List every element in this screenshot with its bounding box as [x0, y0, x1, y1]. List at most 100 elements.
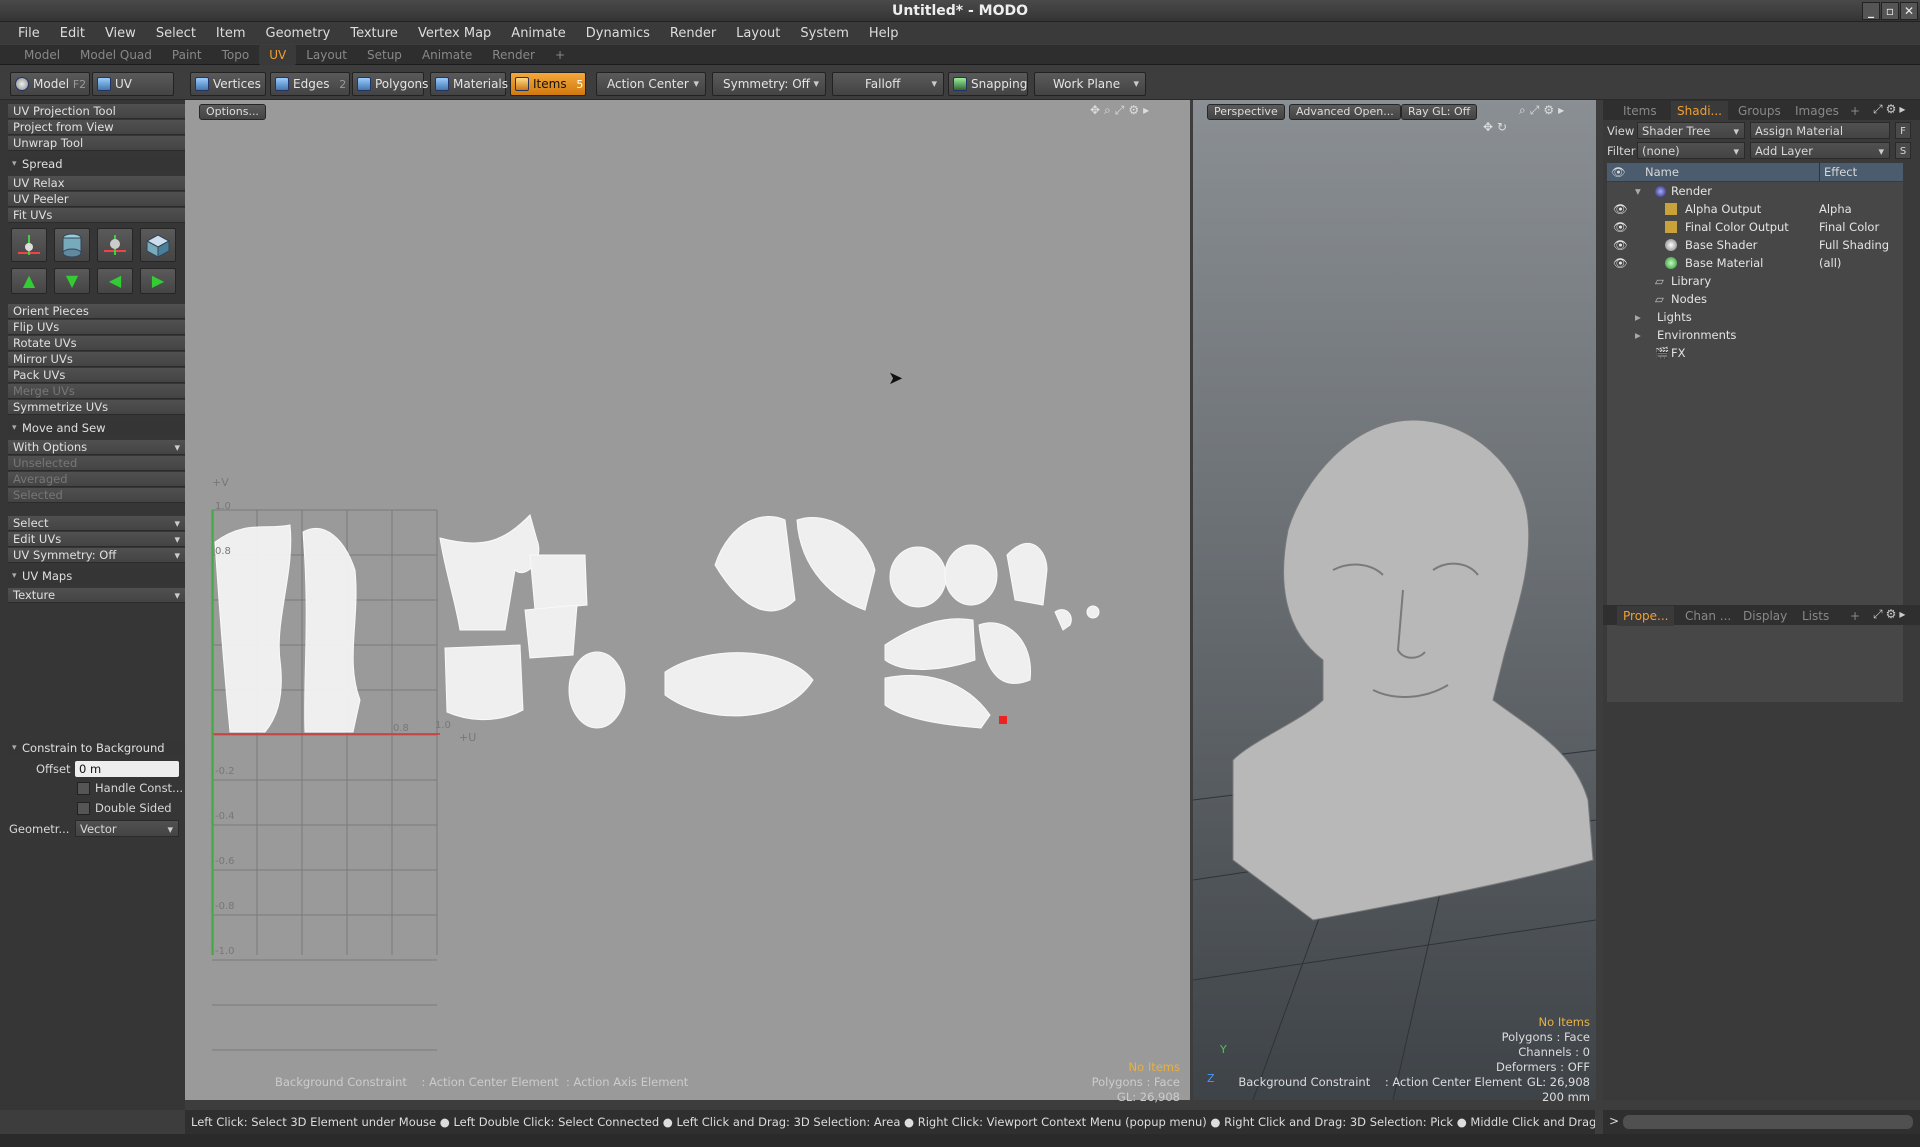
- tab-channels[interactable]: Chan ...: [1685, 606, 1731, 626]
- menu-help[interactable]: Help: [859, 26, 909, 41]
- expand-arrow-icon[interactable]: ▸: [1635, 308, 1641, 326]
- command-input[interactable]: [1623, 1115, 1913, 1129]
- menu-texture[interactable]: Texture: [340, 26, 408, 41]
- add-properties-tab-button[interactable]: +: [1850, 606, 1860, 626]
- spread-section-header[interactable]: Spread: [8, 156, 185, 173]
- s-button[interactable]: S: [1895, 142, 1911, 159]
- flip-uvs-button[interactable]: Flip UVs: [8, 320, 185, 335]
- column-name-header[interactable]: Name: [1645, 163, 1679, 181]
- menu-item[interactable]: Item: [206, 26, 256, 41]
- tab-groups[interactable]: Groups: [1738, 101, 1781, 121]
- view-dropdown[interactable]: Shader Tree: [1637, 122, 1745, 140]
- menu-select[interactable]: Select: [146, 26, 206, 41]
- uv-maps-section-header[interactable]: UV Maps: [8, 568, 185, 585]
- tree-row-fx[interactable]: 🎬 FX: [1607, 344, 1907, 362]
- symmetry-dropdown[interactable]: Symmetry: Off: [712, 72, 826, 96]
- menu-layout[interactable]: Layout: [726, 26, 790, 41]
- properties-controls-icon[interactable]: ⤢⚙▸: [1873, 607, 1908, 622]
- uv-peeler-button[interactable]: UV Peeler: [8, 192, 185, 207]
- tree-row-final-color-output[interactable]: 👁 Final Color Output Final Color: [1607, 218, 1907, 236]
- move-up-arrow-icon[interactable]: ▲: [11, 268, 47, 294]
- cylindrical-projection-icon[interactable]: [54, 228, 90, 262]
- orient-pieces-button[interactable]: Orient Pieces: [8, 304, 185, 319]
- edges-button[interactable]: Edges 2: [270, 72, 350, 96]
- menu-edit[interactable]: Edit: [50, 26, 95, 41]
- tree-row-library[interactable]: ▱ Library: [1607, 272, 1907, 290]
- constrain-to-background-header[interactable]: Constrain to Background: [8, 740, 185, 757]
- merge-uvs-button[interactable]: Merge UVs: [8, 384, 185, 399]
- tree-row-alpha-output[interactable]: 👁 Alpha Output Alpha: [1607, 200, 1907, 218]
- edit-uvs-dropdown[interactable]: Edit UVs: [8, 532, 185, 547]
- menu-geometry[interactable]: Geometry: [256, 26, 341, 41]
- with-options-dropdown[interactable]: With Options: [8, 440, 185, 455]
- maximize-button[interactable]: ▫: [1881, 2, 1899, 20]
- symmetrize-uvs-button[interactable]: Symmetrize UVs: [8, 400, 185, 415]
- handle-const-checkbox[interactable]: [77, 782, 90, 795]
- ray-gl-dropdown[interactable]: Ray GL: Off: [1401, 104, 1478, 120]
- planar-projection-icon[interactable]: [11, 228, 47, 262]
- snapping-button[interactable]: Snapping: [948, 72, 1028, 96]
- tab-lists[interactable]: Lists: [1802, 606, 1829, 626]
- menu-view[interactable]: View: [95, 26, 146, 41]
- offset-field[interactable]: 0 m: [75, 761, 179, 777]
- menu-vertex-map[interactable]: Vertex Map: [408, 26, 501, 41]
- tree-row-nodes[interactable]: ▱ Nodes: [1607, 290, 1907, 308]
- items-button[interactable]: Items 5: [510, 72, 586, 96]
- 3d-viewport-controls-icon[interactable]: ⌕⤢⚙▸: [1519, 103, 1568, 118]
- assign-material-button[interactable]: Assign Material: [1750, 122, 1890, 139]
- spherical-projection-icon[interactable]: [97, 228, 133, 262]
- panel-controls-icon[interactable]: ⤢⚙▸: [1873, 102, 1908, 117]
- filter-dropdown[interactable]: (none): [1637, 142, 1745, 160]
- tab-layout[interactable]: Layout: [296, 45, 357, 65]
- add-tab-button[interactable]: +: [545, 45, 575, 65]
- expand-arrow-icon[interactable]: ▸: [1635, 326, 1641, 344]
- sew-averaged-button[interactable]: Averaged: [8, 472, 185, 487]
- pan-rotate-icon[interactable]: ✥↻: [1483, 120, 1511, 134]
- tree-row-lights[interactable]: ▸ Lights: [1607, 308, 1907, 326]
- tab-properties[interactable]: Prope...: [1617, 606, 1675, 626]
- menu-dynamics[interactable]: Dynamics: [576, 26, 660, 41]
- 3d-viewport[interactable]: Y Z Perspective Advanced Open... Ray GL:…: [1193, 100, 1596, 1104]
- tree-row-render[interactable]: ▾ Render: [1607, 182, 1907, 200]
- tab-animate[interactable]: Animate: [412, 45, 482, 65]
- tab-images[interactable]: Images: [1795, 101, 1839, 121]
- action-center-dropdown[interactable]: Action Center: [596, 72, 706, 96]
- tab-setup[interactable]: Setup: [357, 45, 412, 65]
- double-sided-checkbox[interactable]: [77, 802, 90, 815]
- tab-model-quad[interactable]: Model Quad: [70, 45, 162, 65]
- fit-uvs-button[interactable]: Fit UVs: [8, 208, 185, 223]
- uv-relax-button[interactable]: UV Relax: [8, 176, 185, 191]
- falloff-dropdown[interactable]: Falloff: [832, 72, 944, 96]
- work-plane-dropdown[interactable]: Work Plane: [1034, 72, 1146, 96]
- uv-symmetry-dropdown[interactable]: UV Symmetry: Off: [8, 548, 185, 563]
- project-from-view-button[interactable]: Project from View: [8, 120, 185, 135]
- tree-row-environments[interactable]: ▸ Environments: [1607, 326, 1907, 344]
- box-projection-icon[interactable]: [140, 228, 176, 262]
- add-layer-dropdown[interactable]: Add Layer: [1750, 142, 1890, 160]
- close-button[interactable]: ✕: [1900, 2, 1918, 20]
- minimize-button[interactable]: _: [1862, 2, 1880, 20]
- unwrap-tool-button[interactable]: Unwrap Tool: [8, 136, 185, 151]
- mirror-uvs-button[interactable]: Mirror UVs: [8, 352, 185, 367]
- tree-row-base-shader[interactable]: 👁 Base Shader Full Shading: [1607, 236, 1907, 254]
- uv-viewport[interactable]: Options... ✥⌕⤢⚙▸ +V +U 1.0 0.8 -0.2 -0.4…: [185, 100, 1190, 1104]
- f-button[interactable]: F: [1895, 122, 1911, 139]
- tab-topo[interactable]: Topo: [212, 45, 260, 65]
- tree-row-base-material[interactable]: 👁 Base Material (all): [1607, 254, 1907, 272]
- move-and-sew-section-header[interactable]: Move and Sew: [8, 420, 185, 437]
- tab-paint[interactable]: Paint: [162, 45, 212, 65]
- column-effect-header[interactable]: Effect: [1819, 163, 1857, 181]
- rotate-uvs-button[interactable]: Rotate UVs: [8, 336, 185, 351]
- polygons-button[interactable]: Polygons: [352, 72, 428, 96]
- add-panel-tab-button[interactable]: +: [1850, 101, 1860, 121]
- geometry-dropdown[interactable]: Vector: [75, 820, 179, 838]
- tab-shading[interactable]: Shadi...: [1671, 101, 1728, 121]
- menu-file[interactable]: File: [8, 26, 50, 41]
- move-down-arrow-icon[interactable]: ▼: [54, 268, 90, 294]
- advanced-opengl-dropdown[interactable]: Advanced Open...: [1289, 104, 1401, 120]
- menu-animate[interactable]: Animate: [501, 26, 575, 41]
- uv-projection-tool-button[interactable]: UV Projection Tool: [8, 104, 185, 119]
- tab-items[interactable]: Items: [1623, 101, 1657, 121]
- perspective-dropdown[interactable]: Perspective: [1207, 104, 1285, 120]
- sew-selected-button[interactable]: Selected: [8, 488, 185, 503]
